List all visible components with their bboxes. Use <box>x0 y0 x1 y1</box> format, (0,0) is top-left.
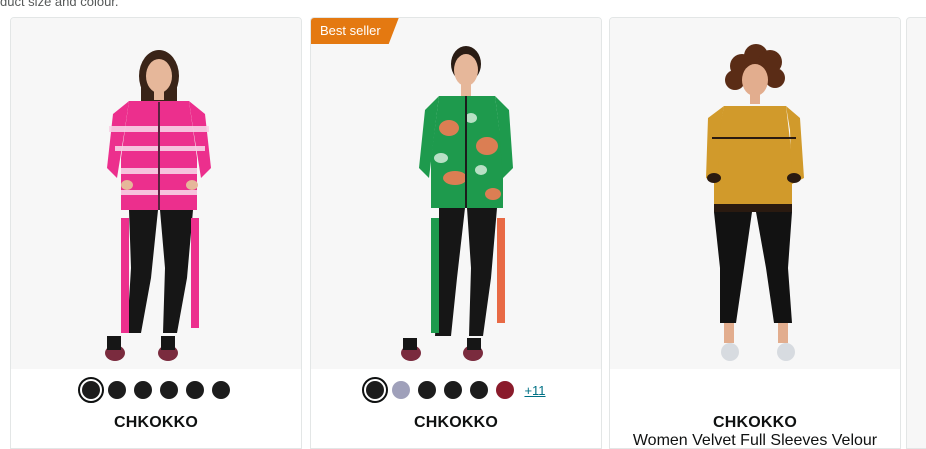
best-seller-badge: Best seller <box>311 18 399 44</box>
color-swatch[interactable] <box>212 381 230 399</box>
color-swatch[interactable] <box>186 381 204 399</box>
product-card-partial[interactable] <box>906 17 926 449</box>
product-image[interactable] <box>311 18 601 369</box>
product-card[interactable]: CHKOKKO Women Velvet Full Sleeves Velour <box>609 17 901 449</box>
color-swatch[interactable] <box>134 381 152 399</box>
product-brand: CHKOKKO <box>712 414 798 431</box>
color-swatches: +11 <box>311 377 601 403</box>
color-swatch[interactable] <box>362 377 389 403</box>
color-swatch[interactable] <box>470 381 489 399</box>
product-brand: CHKOKKO <box>413 414 499 431</box>
results-description: duct size and colour. <box>0 0 119 9</box>
product-brand: CHKOKKO <box>113 414 199 431</box>
color-swatches <box>11 377 301 403</box>
product-card[interactable]: Best seller +11 CHKOKKO <box>310 17 602 449</box>
color-swatch[interactable] <box>444 381 463 399</box>
color-swatch[interactable] <box>108 381 126 399</box>
more-colors-link[interactable]: +11 <box>524 383 545 398</box>
color-swatch[interactable] <box>160 381 178 399</box>
color-swatch[interactable] <box>496 381 515 399</box>
product-card[interactable]: CHKOKKO <box>10 17 302 449</box>
color-swatch[interactable] <box>78 377 104 403</box>
color-swatch[interactable] <box>418 381 437 399</box>
color-swatch[interactable] <box>392 381 411 399</box>
product-image[interactable] <box>610 18 900 369</box>
product-image[interactable] <box>11 18 301 369</box>
product-title[interactable]: Women Velvet Full Sleeves Velour <box>610 432 900 448</box>
